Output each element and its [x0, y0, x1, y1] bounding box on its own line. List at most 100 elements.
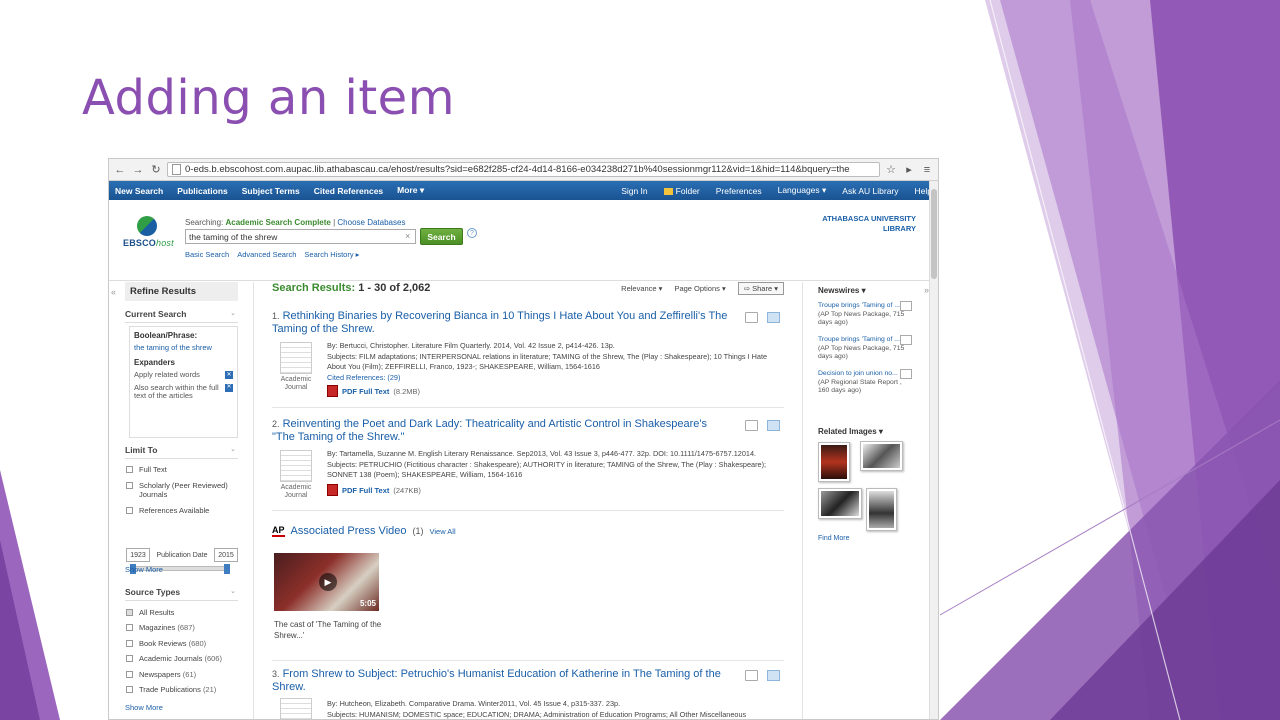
search-button[interactable]: Search [420, 228, 463, 245]
reload-icon[interactable]: ↻ [149, 163, 163, 177]
help-icon[interactable]: ? [467, 228, 477, 238]
address-bar[interactable]: 0-eds.b.ebscohost.com.aupac.lib.athabasc… [167, 162, 880, 177]
video-thumbnail[interactable]: ▶ 5:05 [274, 553, 379, 611]
nav-ask-library[interactable]: Ask AU Library [842, 186, 898, 196]
preview-magnifier-icon[interactable] [900, 335, 912, 345]
clear-icon[interactable]: × [405, 231, 410, 241]
show-more-sources-link[interactable]: Show More [125, 703, 163, 712]
nav-publications[interactable]: Publications [177, 186, 228, 196]
news-link[interactable]: Troupe brings 'Taming of ... [818, 302, 913, 311]
source-label: Trade Publications [139, 685, 201, 694]
preview-magnifier-icon[interactable] [745, 420, 758, 431]
results-tools: Relevance ▾ Page Options ▾ ⇨ Share ▾ [621, 282, 784, 295]
preview-magnifier-icon[interactable] [745, 670, 758, 681]
result-title[interactable]: 2. Reinventing the Poet and Dark Lady: T… [272, 418, 732, 444]
source-academic-journals[interactable]: Academic Journals (606) [126, 654, 238, 663]
document-type: Academic Journal [280, 376, 312, 391]
preview-magnifier-icon[interactable] [900, 369, 912, 379]
pdf-full-text-link[interactable]: PDF Full Text (8.2MB) [327, 385, 420, 397]
source-magazines[interactable]: Magazines (687) [126, 623, 238, 632]
checkbox[interactable] [126, 482, 133, 489]
checkbox[interactable] [126, 466, 133, 473]
nav-subject-terms[interactable]: Subject Terms [242, 186, 300, 196]
browser-window: ← → ↻ 0-eds.b.ebscohost.com.aupac.lib.at… [108, 158, 939, 720]
collapse-right-icon[interactable]: » [924, 285, 929, 295]
ap-video-title[interactable]: Associated Press Video [291, 525, 407, 537]
pdf-full-text-link[interactable]: PDF Full Text (247KB) [327, 484, 421, 496]
play-icon[interactable]: ▶ [319, 573, 337, 591]
scrollbar-thumb[interactable] [931, 189, 937, 279]
star-icon[interactable]: ☆ [884, 163, 898, 177]
limit-to-heading[interactable]: Limit To ⌄ [125, 445, 238, 459]
slider-handle-right[interactable] [224, 564, 230, 574]
boolean-value[interactable]: the taming of the shrew [134, 343, 233, 352]
related-images-heading[interactable]: Related Images ▾ [818, 427, 883, 436]
source-newspapers[interactable]: Newspapers (61) [126, 670, 238, 679]
ebsco-logo[interactable]: EBSCOhost [123, 238, 174, 248]
show-more-link[interactable]: Show More [125, 565, 163, 574]
result-title[interactable]: 1. Rethinking Binaries by Recovering Bia… [272, 310, 732, 336]
nav-preferences[interactable]: Preferences [716, 186, 762, 196]
add-to-folder-icon[interactable] [767, 312, 780, 323]
nav-folder[interactable]: Folder [663, 186, 700, 196]
source-book-reviews[interactable]: Book Reviews (680) [126, 639, 238, 648]
menu-icon[interactable]: ≡ [920, 163, 934, 177]
search-history-link[interactable]: Search History ▸ [304, 250, 359, 259]
result-title-text: Reinventing the Poet and Dark Lady: Thea… [272, 418, 707, 443]
checkbox[interactable] [126, 624, 133, 631]
checkbox[interactable] [126, 640, 133, 647]
checkbox[interactable] [126, 686, 133, 693]
checkbox[interactable] [126, 671, 133, 678]
sort-relevance-dropdown[interactable]: Relevance ▾ [621, 284, 662, 293]
cited-references-link[interactable]: Cited References: (29) [327, 373, 782, 383]
basic-search-link[interactable]: Basic Search [185, 250, 229, 259]
nav-languages[interactable]: Languages ▾ [778, 185, 827, 196]
limit-scholarly[interactable]: Scholarly (Peer Reviewed) Journals [126, 481, 238, 499]
news-item: Decision to join union no... (AP Regional… [818, 370, 913, 396]
checkbox-checked[interactable] [126, 609, 133, 616]
forward-icon[interactable]: → [131, 163, 145, 177]
related-image[interactable] [866, 488, 897, 531]
result-title[interactable]: 3. From Shrew to Subject: Petruchio's Hu… [272, 668, 732, 694]
limit-references[interactable]: References Available [126, 506, 238, 515]
extension-icon[interactable]: ▸ [902, 163, 916, 177]
back-icon[interactable]: ← [113, 163, 127, 177]
news-link[interactable]: Troupe brings 'Taming of ... [818, 336, 913, 345]
related-image[interactable] [860, 441, 903, 471]
nav-cited-references[interactable]: Cited References [314, 186, 383, 196]
checkbox[interactable] [126, 507, 133, 514]
newswires-heading[interactable]: Newswires ▾ [818, 286, 866, 295]
remove-expander-icon[interactable]: ✕ [225, 383, 233, 392]
date-from-input[interactable]: 1923 [126, 548, 150, 562]
source-trade-publications[interactable]: Trade Publications (21) [126, 685, 238, 694]
preview-magnifier-icon[interactable] [900, 301, 912, 311]
ap-view-all-link[interactable]: View All [430, 527, 456, 536]
library-logo[interactable]: ATHABASCA UNIVERSITY LIBRARY [822, 214, 916, 234]
news-link[interactable]: Decision to join union no... [818, 370, 913, 379]
share-button[interactable]: ⇨ Share ▾ [737, 282, 784, 295]
nav-more[interactable]: More ▾ [397, 185, 424, 196]
preview-magnifier-icon[interactable] [745, 312, 758, 323]
result-byline: By: Bertucci, Christopher. Literature Fi… [327, 341, 615, 350]
page-options-dropdown[interactable]: Page Options ▾ [674, 284, 725, 293]
current-search-heading[interactable]: Current Search ⌄ [125, 309, 238, 323]
nav-sign-in[interactable]: Sign In [621, 186, 647, 196]
video-caption[interactable]: The cast of 'The Taming of the Shrew...' [274, 619, 384, 641]
remove-expander-icon[interactable]: ✕ [225, 371, 233, 379]
checkbox[interactable] [126, 655, 133, 662]
limit-full-text[interactable]: Full Text [126, 465, 238, 474]
date-to-input[interactable]: 2015 [214, 548, 238, 562]
related-image[interactable] [818, 442, 850, 482]
add-to-folder-icon[interactable] [767, 420, 780, 431]
nav-new-search[interactable]: New Search [115, 186, 163, 196]
choose-databases-link[interactable]: Choose Databases [337, 218, 405, 227]
source-types-heading[interactable]: Source Types ⌄ [125, 587, 238, 601]
advanced-search-link[interactable]: Advanced Search [237, 250, 296, 259]
related-image[interactable] [818, 488, 862, 519]
search-input[interactable]: the taming of the shrew [185, 229, 416, 244]
separator: | [333, 218, 336, 227]
add-to-folder-icon[interactable] [767, 670, 780, 681]
collapse-left-icon[interactable]: « [111, 287, 116, 297]
find-more-link[interactable]: Find More [818, 535, 850, 542]
source-all-results[interactable]: All Results [126, 608, 238, 617]
